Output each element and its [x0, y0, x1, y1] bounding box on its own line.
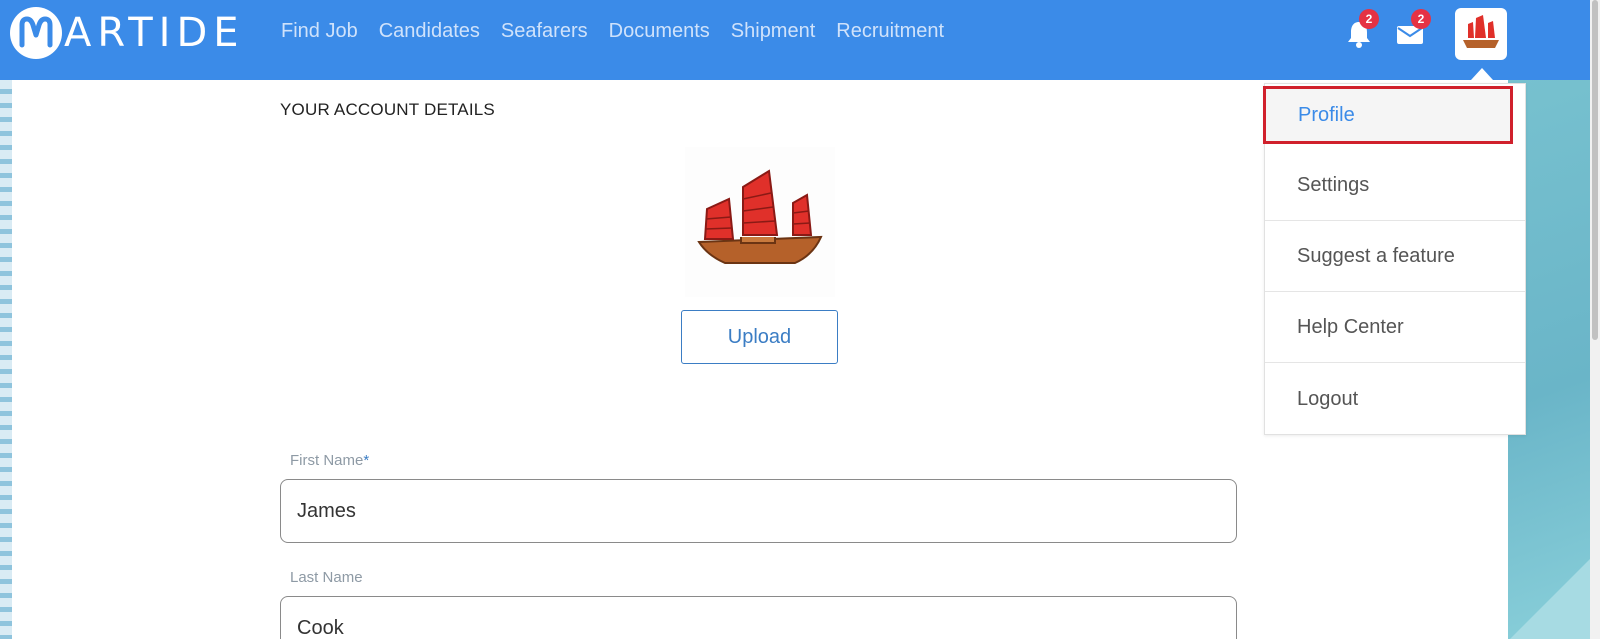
notifications-badge: 2 — [1359, 9, 1379, 29]
last-name-label: Last Name — [290, 569, 363, 586]
dropdown-item-help-center[interactable]: Help Center — [1265, 293, 1525, 363]
user-avatar-button[interactable] — [1455, 8, 1507, 60]
first-name-input[interactable] — [280, 479, 1237, 543]
logo-text: ARTIDE — [64, 10, 245, 56]
martide-logo[interactable]: ARTIDE — [10, 7, 245, 59]
required-mark: * — [363, 452, 370, 469]
nav-documents[interactable]: Documents — [609, 20, 710, 43]
first-name-label-text: First Name — [290, 452, 364, 469]
junk-ship-avatar-icon — [1463, 15, 1499, 48]
notifications-button[interactable]: 2 — [1345, 9, 1379, 49]
scrollbar-thumb[interactable] — [1592, 0, 1598, 340]
section-title: YOUR ACCOUNT DETAILS — [280, 100, 495, 119]
left-decorative-stripe — [0, 80, 12, 639]
nav-recruitment[interactable]: Recruitment — [836, 20, 944, 43]
nav-find-job[interactable]: Find Job — [281, 20, 358, 43]
messages-badge: 2 — [1411, 9, 1431, 29]
nav-candidates[interactable]: Candidates — [379, 20, 480, 43]
dropdown-caret — [1471, 68, 1493, 80]
nav-seafarers[interactable]: Seafarers — [501, 20, 588, 43]
logo-m-icon — [10, 7, 62, 59]
nav-shipment[interactable]: Shipment — [731, 20, 816, 43]
top-header: ARTIDE Find Job Candidates Seafarers Doc… — [0, 0, 1590, 80]
dropdown-item-suggest-feature[interactable]: Suggest a feature — [1265, 222, 1525, 292]
first-name-label: First Name* — [290, 452, 369, 469]
dropdown-item-settings[interactable]: Settings — [1265, 151, 1525, 221]
dropdown-item-profile[interactable]: Profile — [1263, 86, 1513, 144]
profile-image — [685, 147, 835, 297]
messages-button[interactable]: 2 — [1395, 9, 1431, 49]
last-name-input[interactable] — [280, 596, 1237, 639]
main-nav: Find Job Candidates Seafarers Documents … — [281, 20, 965, 43]
junk-ship-image — [697, 169, 823, 264]
upload-button[interactable]: Upload — [681, 310, 838, 364]
dropdown-item-logout[interactable]: Logout — [1265, 364, 1525, 434]
user-dropdown-menu: Profile Settings Suggest a feature Help … — [1263, 83, 1526, 435]
